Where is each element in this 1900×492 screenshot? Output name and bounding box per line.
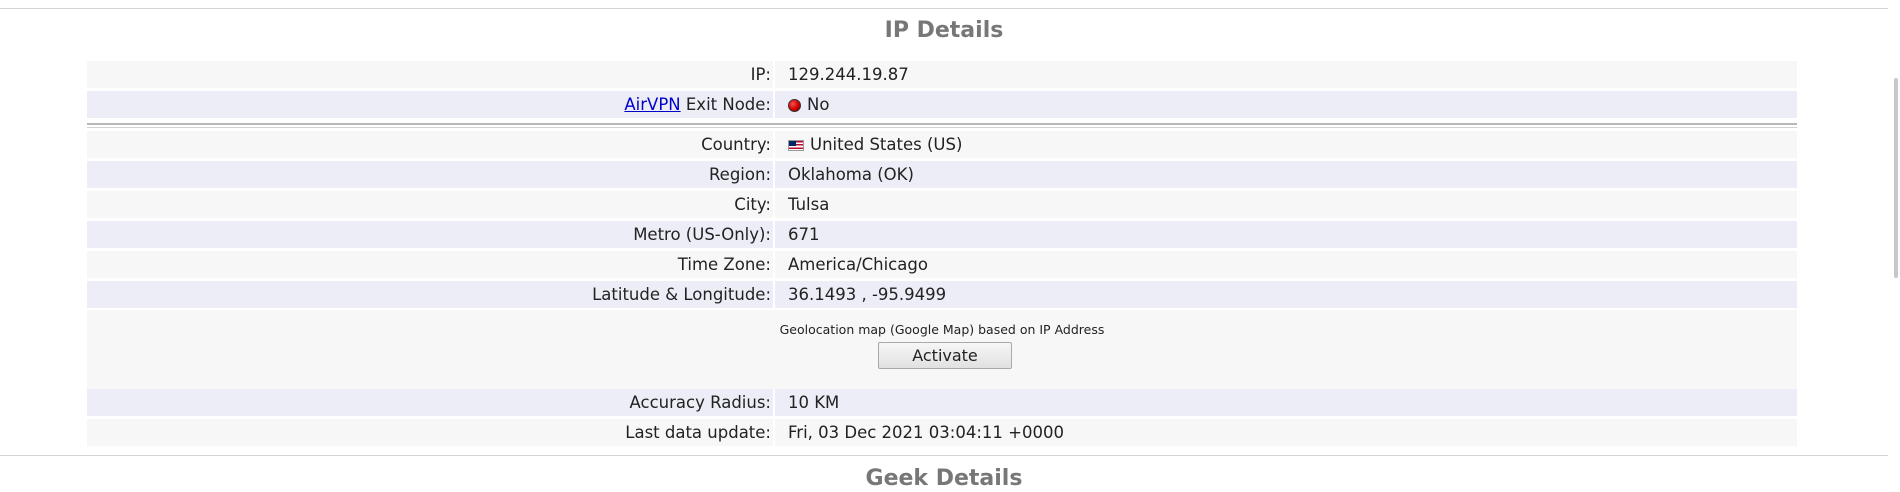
- accuracy-label: Accuracy Radius:: [629, 393, 771, 412]
- column-separator: [773, 61, 775, 88]
- metro-label: Metro (US-Only):: [633, 225, 771, 244]
- airvpn-link[interactable]: AirVPN: [624, 95, 680, 114]
- column-separator: [773, 91, 775, 118]
- column-separator: [773, 161, 775, 188]
- bottom-divider: [0, 455, 1888, 456]
- timezone-label: Time Zone:: [677, 255, 771, 274]
- column-separator: [773, 419, 775, 446]
- metro-row: Metro (US-Only): 671: [87, 221, 1797, 248]
- exit-node-label: AirVPN Exit Node:: [87, 91, 771, 118]
- accuracy-value: 10 KM: [788, 393, 840, 412]
- column-separator: [773, 131, 775, 158]
- double-divider: [87, 123, 1797, 128]
- us-flag-icon: [788, 140, 804, 151]
- red-dot-icon: [788, 99, 801, 112]
- city-row: City: Tulsa: [87, 191, 1797, 218]
- city-label: City:: [734, 195, 771, 214]
- scrollbar[interactable]: [1888, 0, 1900, 492]
- geek-details-heading: Geek Details: [865, 466, 1023, 491]
- country-label: Country:: [701, 135, 771, 154]
- column-separator: [773, 251, 775, 278]
- last-update-row: Last data update: Fri, 03 Dec 2021 03:04…: [87, 419, 1797, 446]
- activate-map-button[interactable]: Activate: [878, 342, 1012, 369]
- exit-node-status: No: [807, 95, 830, 114]
- region-label: Region:: [708, 165, 771, 184]
- ip-label: IP:: [750, 65, 771, 84]
- exit-node-label-text: Exit Node:: [680, 95, 771, 114]
- latlong-label: Latitude & Longitude:: [592, 285, 771, 304]
- column-separator: [773, 281, 775, 308]
- column-separator: [773, 389, 775, 416]
- accuracy-row: Accuracy Radius: 10 KM: [87, 389, 1797, 416]
- ip-value: 129.244.19.87: [788, 65, 909, 84]
- latlong-row: Latitude & Longitude: 36.1493 , -95.9499: [87, 281, 1797, 308]
- region-value: Oklahoma (OK): [788, 165, 914, 184]
- region-row: Region: Oklahoma (OK): [87, 161, 1797, 188]
- exit-node-row: AirVPN Exit Node: No: [87, 91, 1797, 118]
- column-separator: [773, 191, 775, 218]
- latlong-value: 36.1493 , -95.9499: [788, 285, 947, 304]
- timezone-row: Time Zone: America/Chicago: [87, 251, 1797, 278]
- geolocation-map-panel: Geolocation map (Google Map) based on IP…: [87, 310, 1797, 390]
- last-update-label: Last data update:: [625, 423, 771, 442]
- top-divider: [0, 8, 1888, 9]
- metro-value: 671: [788, 225, 820, 244]
- exit-node-value: No: [788, 91, 829, 118]
- column-separator: [773, 221, 775, 248]
- scrollbar-thumb[interactable]: [1894, 78, 1898, 278]
- country-value: United States (US): [788, 131, 962, 158]
- ip-details-heading: IP Details: [884, 18, 1004, 43]
- map-caption: Geolocation map (Google Map) based on IP…: [779, 322, 1105, 337]
- city-value: Tulsa: [788, 195, 830, 214]
- country-text: United States (US): [810, 135, 963, 154]
- country-row: Country: United States (US): [87, 131, 1797, 158]
- ip-row: IP: 129.244.19.87: [87, 61, 1797, 88]
- timezone-value: America/Chicago: [788, 255, 928, 274]
- last-update-value: Fri, 03 Dec 2021 03:04:11 +0000: [788, 423, 1064, 442]
